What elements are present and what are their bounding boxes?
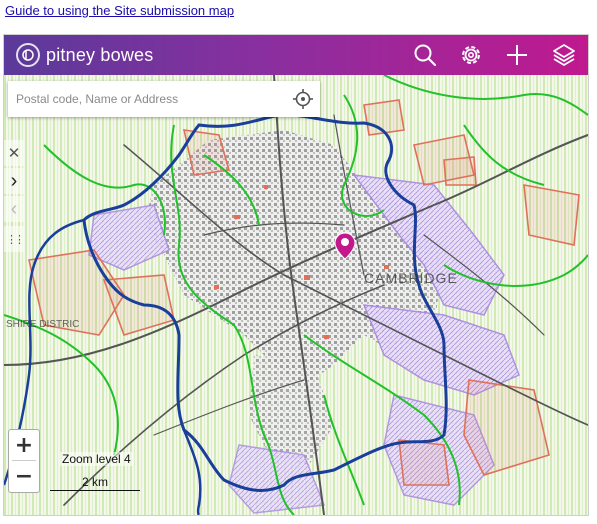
pitney-bowes-logo-icon (16, 43, 40, 67)
chevron-right-icon[interactable]: › (4, 168, 24, 194)
search-input[interactable] (8, 81, 278, 117)
settings-button[interactable] (456, 40, 486, 70)
map-label-district: SHIRE DISTRIC (6, 319, 79, 330)
search-box (8, 81, 320, 117)
map-frame[interactable]: CAMBRIDGE SHIRE DISTRIC pitney bowes Pos… (3, 34, 589, 516)
zoom-level-label: Zoom level 4 (60, 452, 133, 466)
layers-icon (553, 44, 575, 66)
plus-icon (507, 45, 527, 65)
crosshair-icon[interactable] (292, 88, 314, 110)
search-button[interactable] (410, 40, 440, 70)
brand: pitney bowes (16, 41, 153, 69)
guide-link[interactable]: Guide to using the Site submission map (5, 3, 234, 18)
app-header: pitney bowes (4, 35, 588, 75)
scale-bar (50, 490, 140, 491)
add-button[interactable] (502, 40, 532, 70)
map-label-cambridge: CAMBRIDGE (364, 270, 458, 286)
chevron-left-icon[interactable]: ‹ (4, 196, 24, 222)
drag-handle-icon[interactable]: ⋮⋮ (4, 226, 25, 252)
close-icon[interactable]: ✕ (4, 140, 24, 166)
layers-button[interactable] (549, 40, 579, 70)
search-icon (414, 44, 437, 67)
gear-icon (462, 46, 480, 64)
zoom-control: + − (8, 429, 40, 493)
zoom-out-button[interactable]: − (9, 461, 39, 491)
zoom-in-button[interactable]: + (9, 430, 39, 460)
brand-name: pitney bowes (46, 44, 154, 65)
scale-label: 2 km (82, 475, 109, 489)
